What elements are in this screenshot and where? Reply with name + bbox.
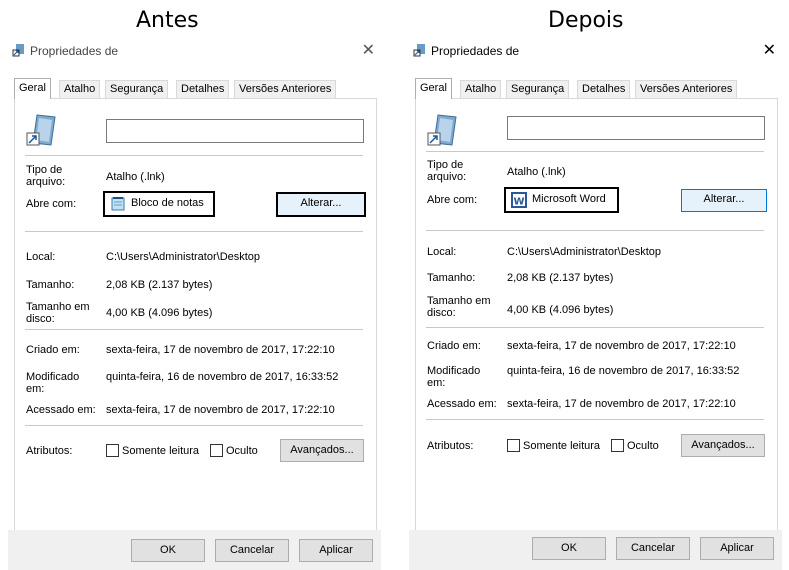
shortcut-name-input[interactable]	[106, 119, 364, 143]
readonly-label: Somente leitura	[523, 440, 601, 452]
word-icon: W	[511, 192, 527, 208]
properties-dialog-after: Propriedades de ✕ Geral Atalho Segurança…	[409, 36, 782, 570]
separator	[25, 155, 363, 156]
window-title: Propriedades de	[30, 44, 119, 58]
change-button[interactable]: Alterar...	[681, 189, 767, 212]
modified-value: quinta-feira, 16 de novembro de 2017, 16…	[106, 371, 339, 383]
location-label: Local:	[427, 246, 457, 258]
opens-with-label: Abre com:	[26, 198, 77, 210]
hidden-label: Oculto	[627, 440, 659, 452]
separator	[25, 425, 363, 426]
heading-before: Antes	[136, 8, 199, 33]
attributes-label: Atributos:	[427, 440, 474, 452]
tab-shortcut[interactable]: Atalho	[59, 80, 101, 98]
close-icon[interactable]: ✕	[763, 40, 776, 60]
location-value: C:\Users\Administrator\Desktop	[106, 251, 261, 263]
size-label: Tamanho:	[26, 279, 75, 291]
location-label: Local:	[26, 251, 56, 263]
tab-previous-versions[interactable]: Versões Anteriores	[635, 80, 738, 98]
cancel-button[interactable]: Cancelar	[616, 537, 690, 560]
close-icon[interactable]: ✕	[362, 40, 375, 60]
separator	[25, 231, 363, 232]
opens-with-label: Abre com:	[427, 194, 478, 206]
created-label: Criado em:	[26, 344, 80, 356]
location-value: C:\Users\Administrator\Desktop	[507, 246, 662, 258]
tab-details[interactable]: Detalhes	[176, 80, 230, 98]
tab-shortcut[interactable]: Atalho	[460, 80, 502, 98]
advanced-button[interactable]: Avançados...	[280, 439, 364, 462]
accessed-value: sexta-feira, 17 de novembro de 2017, 17:…	[106, 404, 335, 416]
tab-security[interactable]: Segurança	[506, 80, 570, 98]
change-button-label: Alterar...	[703, 193, 745, 205]
readonly-checkbox[interactable]	[106, 444, 119, 457]
size-on-disk-value: 4,00 KB (4.096 bytes)	[106, 307, 213, 319]
readonly-checkbox[interactable]	[507, 439, 520, 452]
created-value: sexta-feira, 17 de novembro de 2017, 17:…	[507, 340, 736, 352]
modified-value: quinta-feira, 16 de novembro de 2017, 16…	[507, 365, 740, 377]
tab-general[interactable]: Geral	[14, 78, 51, 99]
hidden-label: Oculto	[226, 445, 258, 457]
size-on-disk-label: Tamanho em disco:	[427, 295, 491, 319]
accessed-label: Acessado em:	[26, 404, 96, 416]
apply-button[interactable]: Aplicar	[299, 539, 373, 562]
heading-after: Depois	[548, 8, 624, 33]
accessed-label: Acessado em:	[427, 398, 497, 410]
change-button-label: Alterar...	[300, 197, 342, 209]
separator	[426, 230, 764, 231]
svg-text:W: W	[513, 197, 524, 208]
file-type-value: Atalho (.lnk)	[507, 166, 566, 178]
advanced-button[interactable]: Avançados...	[681, 434, 765, 457]
hidden-checkbox[interactable]	[210, 444, 223, 457]
shortcut-name-input[interactable]	[507, 116, 765, 140]
opens-with-value: Bloco de notas	[131, 197, 204, 209]
created-label: Criado em:	[427, 340, 481, 352]
shortcut-file-icon	[26, 114, 56, 146]
tab-strip: Geral Atalho Segurança Detalhes Versões …	[415, 78, 775, 99]
accessed-value: sexta-feira, 17 de novembro de 2017, 17:…	[507, 398, 736, 410]
ok-button[interactable]: OK	[532, 537, 606, 560]
shortcut-app-icon	[12, 44, 24, 57]
file-type-label: Tipo de arquivo:	[427, 159, 467, 183]
modified-label: Modificado em:	[427, 365, 481, 389]
apply-button[interactable]: Aplicar	[700, 537, 774, 560]
tab-general[interactable]: Geral	[415, 78, 452, 99]
general-panel: Tipo de arquivo: Atalho (.lnk) Abre com:…	[415, 98, 778, 532]
separator	[426, 419, 764, 420]
button-bar: OK Cancelar Aplicar	[8, 530, 381, 570]
created-value: sexta-feira, 17 de novembro de 2017, 17:…	[106, 344, 335, 356]
tab-security[interactable]: Segurança	[105, 80, 169, 98]
properties-dialog-before: Propriedades de ✕ Geral Atalho Segurança…	[8, 36, 381, 570]
tab-previous-versions[interactable]: Versões Anteriores	[234, 80, 337, 98]
notepad-icon	[111, 197, 125, 211]
cancel-button[interactable]: Cancelar	[215, 539, 289, 562]
tab-strip: Geral Atalho Segurança Detalhes Versões …	[14, 78, 374, 99]
shortcut-file-icon	[427, 114, 457, 146]
opens-with-box: W Microsoft Word	[504, 187, 619, 213]
window-title: Propriedades de	[431, 44, 520, 58]
separator	[25, 329, 363, 330]
hidden-checkbox[interactable]	[611, 439, 624, 452]
opens-with-value: Microsoft Word	[532, 193, 606, 205]
general-panel: Tipo de arquivo: Atalho (.lnk) Abre com:…	[14, 98, 377, 532]
file-type-value: Atalho (.lnk)	[106, 171, 165, 183]
opens-with-box: Bloco de notas	[103, 191, 215, 217]
title-bar: Propriedades de ✕	[8, 36, 381, 66]
attributes-label: Atributos:	[26, 445, 73, 457]
file-type-label: Tipo de arquivo:	[26, 164, 66, 188]
shortcut-app-icon	[413, 44, 425, 57]
tab-details[interactable]: Detalhes	[577, 80, 631, 98]
change-button[interactable]: Alterar...	[276, 192, 366, 217]
size-value: 2,08 KB (2.137 bytes)	[106, 279, 213, 291]
button-bar: OK Cancelar Aplicar	[409, 530, 782, 570]
title-bar: Propriedades de ✕	[409, 36, 782, 66]
separator	[426, 151, 764, 152]
modified-label: Modificado em:	[26, 371, 80, 395]
readonly-label: Somente leitura	[122, 445, 200, 457]
size-label: Tamanho:	[427, 272, 476, 284]
size-on-disk-value: 4,00 KB (4.096 bytes)	[507, 304, 614, 316]
ok-button[interactable]: OK	[131, 539, 205, 562]
separator	[426, 327, 764, 328]
size-value: 2,08 KB (2.137 bytes)	[507, 272, 614, 284]
size-on-disk-label: Tamanho em disco:	[26, 301, 90, 325]
